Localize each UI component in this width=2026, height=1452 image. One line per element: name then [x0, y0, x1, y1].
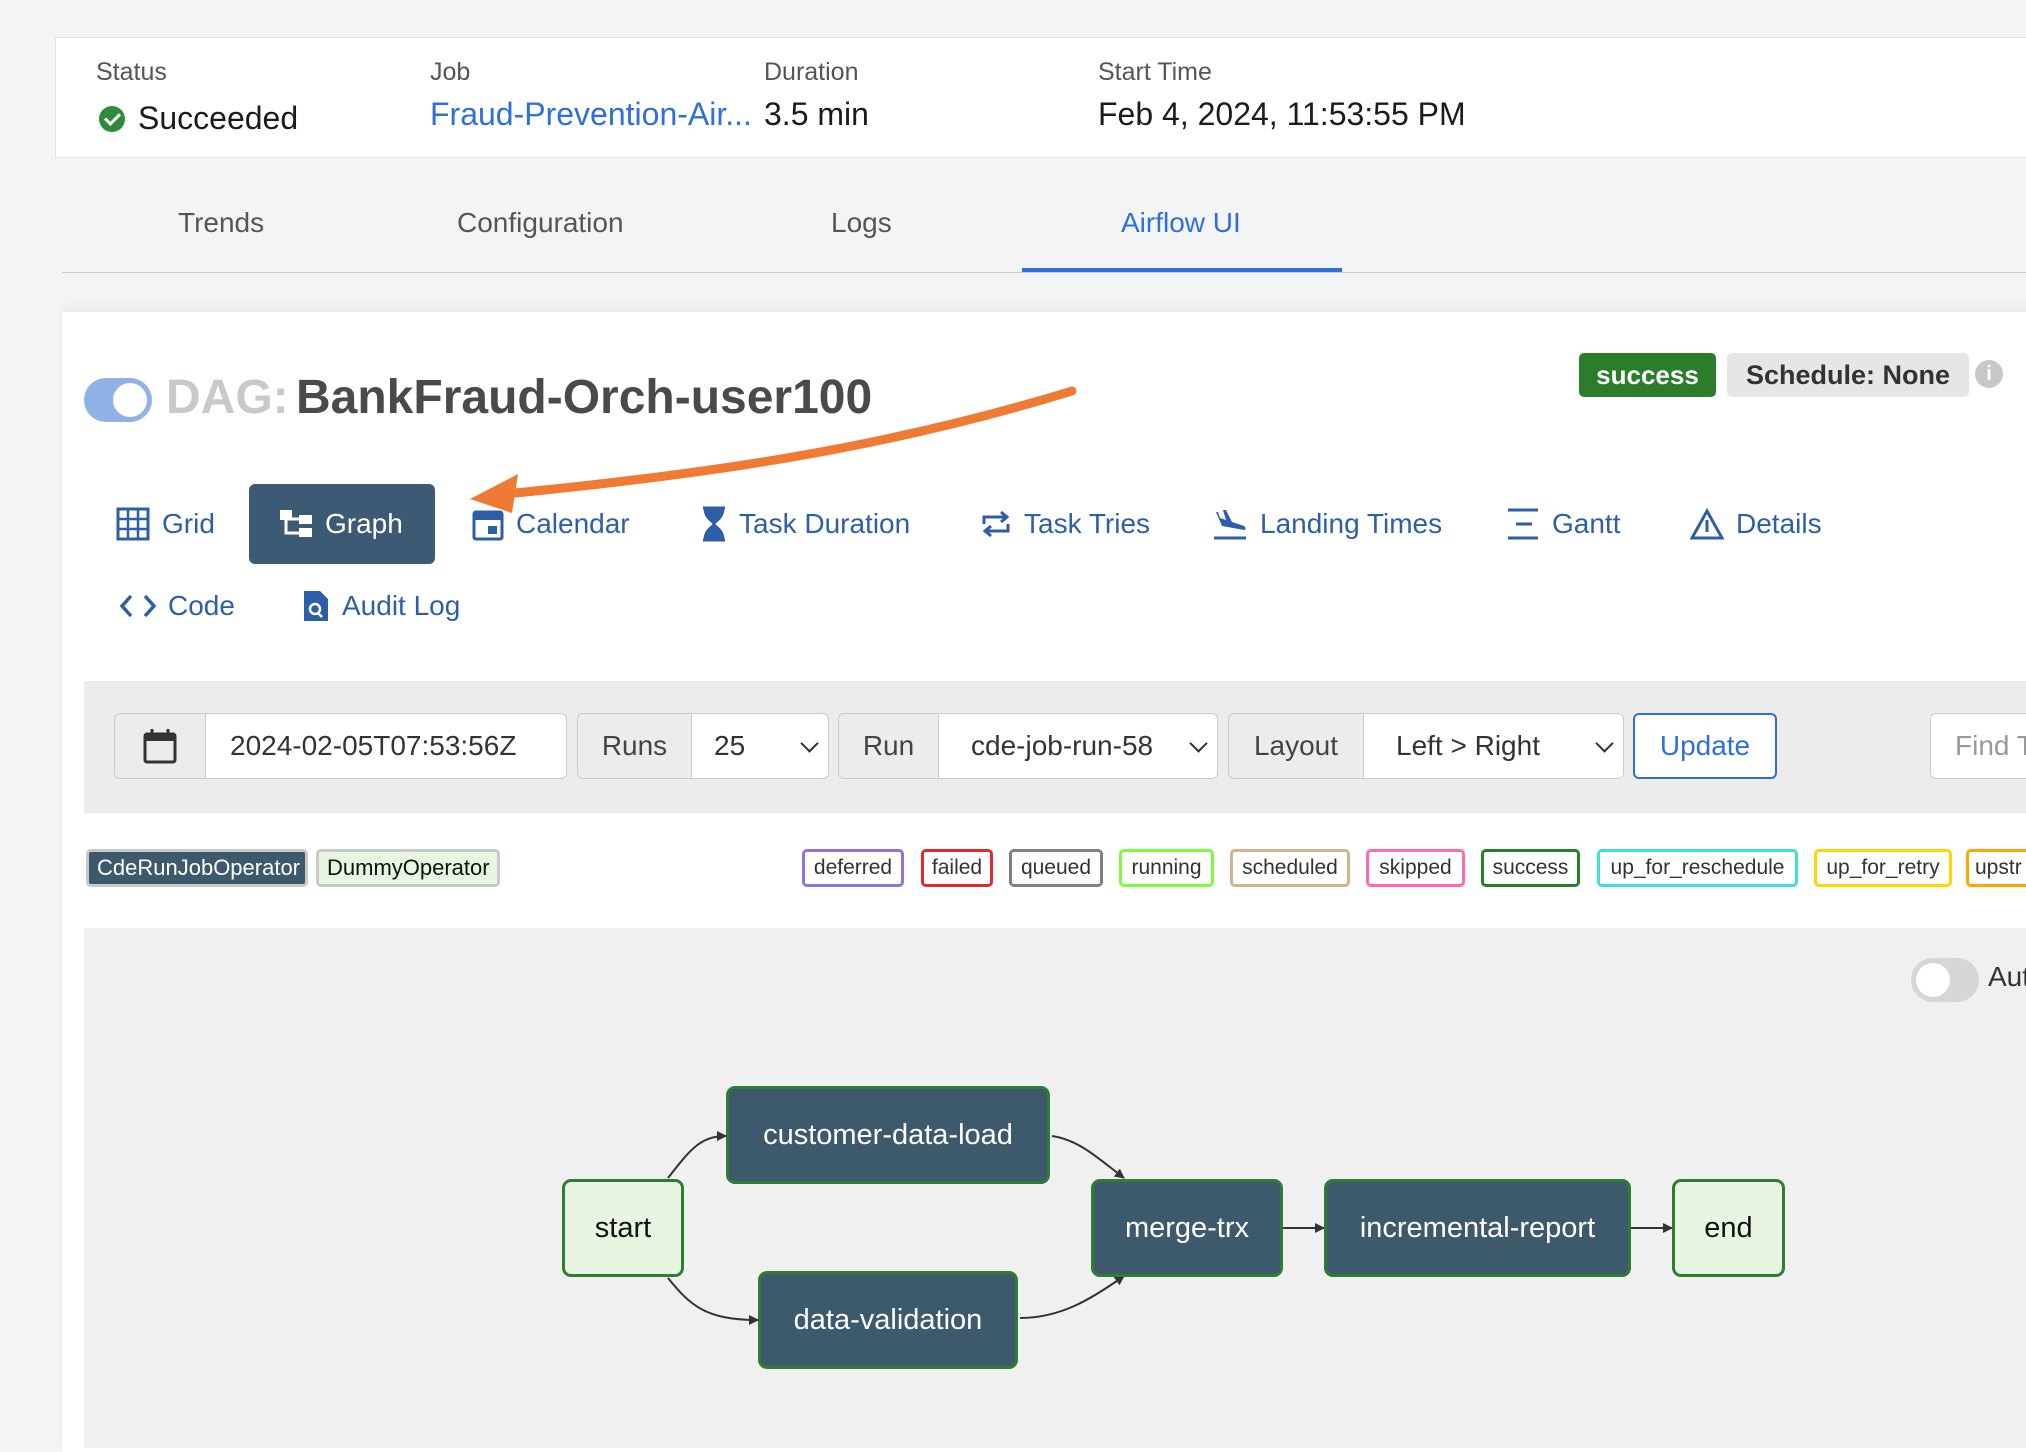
task-node-merge-trx[interactable]: merge-trx [1091, 1179, 1283, 1277]
task-node-customer-data-load[interactable]: customer-data-load [726, 1086, 1050, 1184]
edge-start-customer-data-load [667, 1131, 727, 1179]
task-node-start[interactable]: start [562, 1179, 684, 1277]
task-node-data-validation[interactable]: data-validation [758, 1271, 1018, 1369]
edge-data-validation-merge-trx [1019, 1275, 1125, 1319]
task-node-end[interactable]: end [1672, 1179, 1785, 1277]
edge-start-data-validation [667, 1277, 759, 1325]
edge-customer-data-load-merge-trx [1051, 1135, 1125, 1179]
task-node-incremental-report[interactable]: incremental-report [1324, 1179, 1631, 1277]
